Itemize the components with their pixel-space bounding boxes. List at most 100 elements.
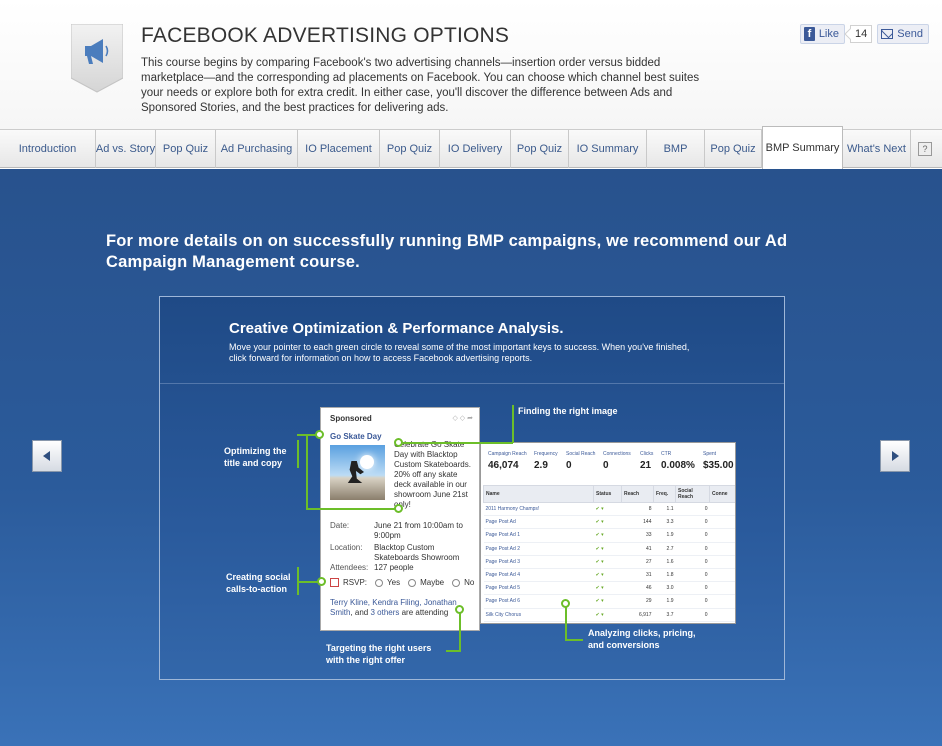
like-count: 14: [850, 25, 873, 43]
callout-clicks-line2: and conversions: [588, 640, 660, 650]
hotspot-image[interactable]: [394, 438, 403, 447]
course-description: This course begins by comparing Facebook…: [141, 57, 700, 114]
table-row: Page Post Ad 1 ✔ ▾ 33 1.9 0: [483, 528, 735, 543]
metric-ctr: 0.008%: [661, 460, 695, 471]
panel-subtitle: Move your pointer to each green circle t…: [229, 342, 690, 363]
event-text: Celebrate Go Skate Day with Blacktop Cus…: [394, 440, 471, 509]
report-metrics: Campaign Reach 46,074 Frequency 2.9 Social…: [488, 451, 734, 471]
metric-spent: $35.00: [703, 460, 734, 471]
hotspot-social[interactable]: [317, 577, 326, 586]
connector-line: [565, 607, 567, 641]
tab-pop-quiz-1[interactable]: Pop Quiz: [156, 130, 216, 168]
date-value: June 21 from 10:00am to 9:00pm: [374, 521, 463, 540]
callout-social-line2: calls-to-action: [226, 584, 288, 594]
triangle-right-icon: [892, 451, 899, 461]
rsvp-no-radio[interactable]: [452, 578, 461, 587]
tab-bmp-summary[interactable]: BMP Summary: [762, 126, 843, 169]
triangle-left-icon: [43, 451, 50, 461]
callout-social-line1: Creating social: [226, 572, 291, 582]
page-title: FACEBOOK ADVERTISING OPTIONS: [141, 24, 510, 47]
panel-title: Creative Optimization & Performance Anal…: [229, 320, 564, 337]
envelope-icon: [881, 29, 894, 39]
column-header-frequency[interactable]: Freq.: [653, 485, 676, 503]
attending-others-link[interactable]: 3 others: [370, 608, 399, 617]
performance-report: Campaign Reach 46,074 Frequency 2.9 Social…: [480, 442, 736, 624]
rsvp-label: RSVP:: [343, 578, 368, 587]
connector-line: [446, 650, 461, 652]
connector-line: [297, 581, 319, 583]
table-row: Page Post Ad 4 ✔ ▾ 31 1.8 0: [483, 568, 735, 583]
metric-frequency: 2.9: [534, 460, 548, 471]
location-label: Location:: [330, 543, 363, 552]
column-header-name[interactable]: Name: [483, 485, 594, 503]
date-label: Date:: [330, 521, 350, 530]
rsvp-maybe-radio[interactable]: [408, 578, 417, 587]
callout-users-line2: with the right offer: [326, 655, 405, 665]
callout-users-line1: Targeting the right users: [326, 643, 432, 653]
optimization-panel: Creative Optimization & Performance Anal…: [159, 296, 785, 680]
column-header-status[interactable]: Status: [593, 485, 622, 503]
metric-clicks: 21: [640, 460, 652, 471]
column-header-reach[interactable]: Reach: [621, 485, 654, 503]
column-header-connections[interactable]: Conne: [709, 485, 735, 503]
tab-ad-vs-story[interactable]: Ad vs. Story: [96, 130, 156, 168]
tab-io-placement[interactable]: IO Placement: [298, 130, 380, 168]
event-photo: [330, 445, 385, 500]
card-header: Sponsored: [330, 414, 372, 423]
connector-line: [565, 639, 583, 641]
tab-introduction[interactable]: Introduction: [0, 130, 96, 168]
hotspot-title-copy[interactable]: [315, 430, 324, 439]
connector-line: [306, 508, 396, 510]
tab-ad-purchasing[interactable]: Ad Purchasing: [216, 130, 298, 168]
hotspot-users[interactable]: [455, 605, 464, 614]
tab-bmp[interactable]: BMP: [647, 130, 705, 168]
help-button[interactable]: ?: [918, 142, 932, 156]
tab-whats-next[interactable]: What's Next: [843, 130, 911, 168]
tab-pop-quiz-4[interactable]: Pop Quiz: [705, 130, 762, 168]
column-header-social-reach[interactable]: Social Reach: [675, 485, 710, 503]
facebook-send-button[interactable]: Send: [877, 24, 929, 44]
megaphone-icon: [71, 24, 123, 93]
previous-button[interactable]: [32, 440, 62, 472]
rsvp-no-label: No: [464, 578, 475, 587]
event-title: Go Skate Day: [330, 432, 382, 441]
connector-line: [306, 434, 308, 509]
connector-line: [403, 442, 513, 444]
tab-pop-quiz-3[interactable]: Pop Quiz: [511, 130, 569, 168]
table-row: Page Post Ad 5 ✔ ▾ 46 3.0 0: [483, 581, 735, 596]
course-tabs: Introduction Ad vs. Story Pop Quiz Ad Pu…: [0, 126, 942, 169]
connector-line: [459, 613, 461, 651]
report-table: Name Status Reach Freq. Social Reach Con…: [483, 485, 735, 622]
table-row: 2011 Harmony Champs! ✔ ▾ 8 1.1 0: [483, 502, 735, 517]
tab-pop-quiz-2[interactable]: Pop Quiz: [380, 130, 440, 168]
stage-headline: For more details on on successfully runn…: [106, 232, 788, 271]
callout-title-copy-line1: Optimizing the: [224, 446, 287, 456]
tab-io-delivery[interactable]: IO Delivery: [440, 130, 511, 168]
hotspot-clicks[interactable]: [561, 599, 570, 608]
table-row: Page Post Ad 3 ✔ ▾ 27 1.6 0: [483, 555, 735, 569]
connector-line: [297, 440, 299, 468]
table-row: Page Post Ad ✔ ▾ 144 3.3 0: [483, 515, 735, 530]
card-actions-icon: ◇ ◇ ➦: [452, 415, 473, 422]
metric-social-reach: 0: [566, 460, 572, 471]
tab-io-summary[interactable]: IO Summary: [569, 130, 647, 168]
rsvp-yes-radio[interactable]: [375, 578, 384, 587]
hotspot-event-text[interactable]: [394, 504, 403, 513]
facebook-like-button[interactable]: f Like: [800, 24, 845, 44]
course-header: FACEBOOK ADVERTISING OPTIONS This course…: [0, 0, 942, 130]
calendar-icon: [330, 578, 339, 587]
attendees-label: Attendees:: [330, 563, 369, 572]
rsvp-yes-label: Yes: [387, 578, 401, 587]
rsvp-maybe-label: Maybe: [420, 578, 445, 587]
panel-divider: [160, 383, 784, 384]
connector-line: [512, 405, 514, 443]
metric-connections: 0: [603, 460, 609, 471]
callout-title-copy-line2: title and copy: [224, 458, 283, 468]
callout-finding-image: Finding the right image: [518, 406, 618, 416]
table-row: Page Post Ad 2 ✔ ▾ 41 2.7 0: [483, 542, 735, 556]
metric-campaign-reach: 46,074: [488, 460, 519, 471]
facebook-icon: f: [804, 27, 815, 41]
rsvp-row: RSVP: Yes Maybe No: [330, 578, 474, 587]
next-button[interactable]: [880, 440, 910, 472]
location-value: Blacktop Custom Skateboards Showroom: [374, 543, 460, 562]
